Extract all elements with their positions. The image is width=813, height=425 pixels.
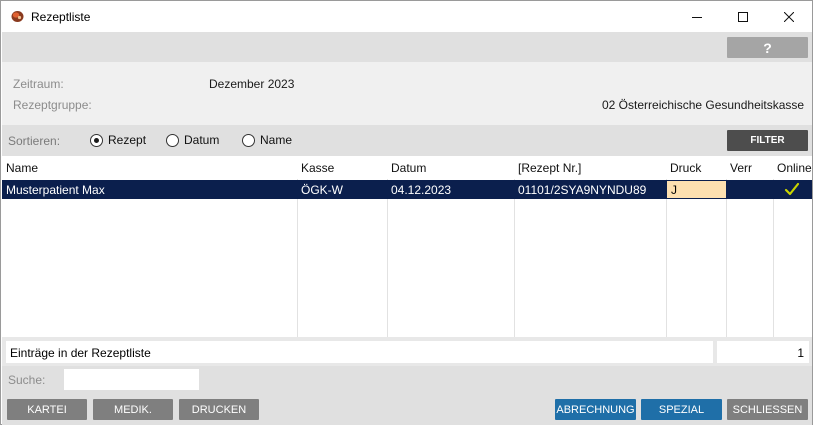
column-header-druck[interactable]: Druck [666, 156, 726, 179]
sort-bar: Sortieren: Rezept Datum Name FILTER [2, 125, 812, 156]
table-header: Name Kasse Datum [Rezept Nr.] Druck Verr… [2, 156, 812, 179]
radio-unselected-icon [166, 133, 179, 147]
column-header-online[interactable]: Online [773, 156, 812, 179]
cell-name: Musterpatient Max [6, 183, 105, 197]
rezeptliste-window: Rezeptliste ? Zeitraum: Dezember 2023 Re… [0, 0, 813, 425]
info-area: Zeitraum: Dezember 2023 Rezeptgruppe: 02… [2, 62, 812, 125]
zeitraum-value: Dezember 2023 [209, 77, 295, 91]
search-label: Suche: [8, 373, 46, 387]
search-input[interactable] [64, 369, 199, 390]
sort-radio-rezept[interactable]: Rezept [90, 133, 146, 147]
column-header-kasse[interactable]: Kasse [297, 156, 387, 179]
medik-button[interactable]: MEDIK. [93, 399, 173, 420]
column-header-rezept-nr[interactable]: [Rezept Nr.] [514, 156, 666, 179]
help-strip: ? [2, 32, 812, 62]
zeitraum-label: Zeitraum: [13, 77, 64, 91]
filter-button[interactable]: FILTER [727, 130, 808, 151]
app-logo-icon [10, 9, 25, 23]
cell-kasse: ÖGK-W [301, 183, 343, 197]
entries-count-value: 1 [717, 341, 809, 363]
schliessen-button[interactable]: SCHLIESSEN [727, 399, 808, 420]
table-row[interactable]: Musterpatient Max ÖGK-W 04.12.2023 01101… [2, 180, 812, 199]
sort-label: Sortieren: [8, 134, 61, 148]
rezeptgruppe-label: Rezeptgruppe: [13, 98, 92, 112]
close-icon [784, 11, 794, 22]
kartei-button[interactable]: KARTEI [7, 399, 87, 420]
rezeptgruppe-value: 02 Österreichische Gesundheitskasse [602, 98, 805, 112]
radio-unselected-icon [242, 133, 255, 147]
column-header-datum[interactable]: Datum [387, 156, 514, 179]
cell-verr [726, 180, 773, 199]
cell-datum: 04.12.2023 [391, 183, 452, 197]
title-bar[interactable]: Rezeptliste [1, 1, 812, 32]
checkmark-icon [784, 182, 800, 199]
sort-option-label: Rezept [108, 133, 147, 147]
maximize-icon [738, 11, 748, 22]
spezial-button[interactable]: SPEZIAL [641, 399, 722, 420]
sort-radio-datum[interactable]: Datum [166, 133, 219, 147]
count-strip: Einträge in der Rezeptliste 1 [2, 337, 812, 366]
help-button[interactable]: ? [727, 37, 808, 58]
rezept-table: Name Kasse Datum [Rezept Nr.] Druck Verr… [2, 156, 812, 337]
button-bar: KARTEI MEDIK. DRUCKEN ABRECHNUNG SPEZIAL… [2, 396, 812, 425]
search-strip: Suche: [2, 366, 812, 396]
cell-druck: J [667, 181, 726, 198]
column-header-verr[interactable]: Verr [726, 156, 773, 179]
minimize-icon [692, 16, 702, 18]
drucken-button[interactable]: DRUCKEN [179, 399, 259, 420]
window-title: Rezeptliste [31, 10, 91, 24]
sort-option-label: Datum [184, 133, 220, 147]
sort-option-label: Name [260, 133, 293, 147]
sort-radio-name[interactable]: Name [242, 133, 292, 147]
radio-selected-icon [90, 133, 103, 147]
minimize-button[interactable] [674, 1, 720, 32]
abrechnung-button[interactable]: ABRECHNUNG [555, 399, 636, 420]
entries-count-label: Einträge in der Rezeptliste [6, 341, 713, 363]
column-header-name[interactable]: Name [2, 156, 297, 179]
cell-rezept-nr: 01101/2SYA9NYNDU89 [518, 183, 647, 197]
maximize-button[interactable] [720, 1, 766, 32]
close-button[interactable] [766, 1, 812, 32]
